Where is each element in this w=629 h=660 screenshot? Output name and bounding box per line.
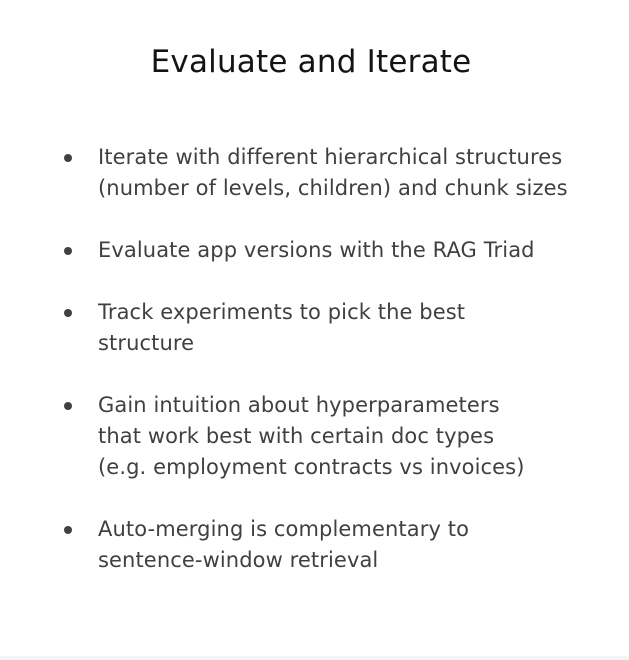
- bullet-item-evaluate: Evaluate app versions with the RAG Triad: [58, 235, 598, 266]
- bullet-dot-icon: [64, 402, 72, 410]
- bullet-text-line: Iterate with different hierarchical stru…: [98, 145, 563, 169]
- bullet-text-line: Gain intuition about hyperparameters: [98, 393, 500, 417]
- bullet-text-line: sentence-window retrieval: [98, 548, 379, 572]
- bullet-text-line: Evaluate app versions with the RAG Triad: [98, 238, 535, 262]
- bullet-text-line: structure: [98, 331, 195, 355]
- bullet-item-intuition: Gain intuition about hyperparameters tha…: [58, 390, 598, 483]
- bullet-item-auto-merging: Auto-merging is complementary to sentenc…: [58, 514, 598, 576]
- bullet-text-line: Track experiments to pick the best: [98, 300, 466, 324]
- bullet-dot-icon: [64, 247, 72, 255]
- bottom-divider: [0, 656, 629, 660]
- bullet-text-line: Auto-merging is complementary to: [98, 517, 470, 541]
- bullet-dot-icon: [64, 526, 72, 534]
- bullet-list: Iterate with different hierarchical stru…: [58, 142, 598, 576]
- bullet-dot-icon: [64, 154, 72, 162]
- slide-title: Evaluate and Iterate: [150, 44, 472, 80]
- bullet-item-track: Track experiments to pick the best struc…: [58, 297, 598, 359]
- slide: Evaluate and Iterate Iterate with differ…: [0, 0, 629, 660]
- bullet-dot-icon: [64, 309, 72, 317]
- bullet-text-line: (number of levels, children) and chunk s…: [98, 176, 568, 200]
- bullet-item-iterate: Iterate with different hierarchical stru…: [58, 142, 598, 204]
- bullet-text-line: that work best with certain doc types: [98, 424, 495, 448]
- bullet-text-line: (e.g. employment contracts vs invoices): [98, 455, 525, 479]
